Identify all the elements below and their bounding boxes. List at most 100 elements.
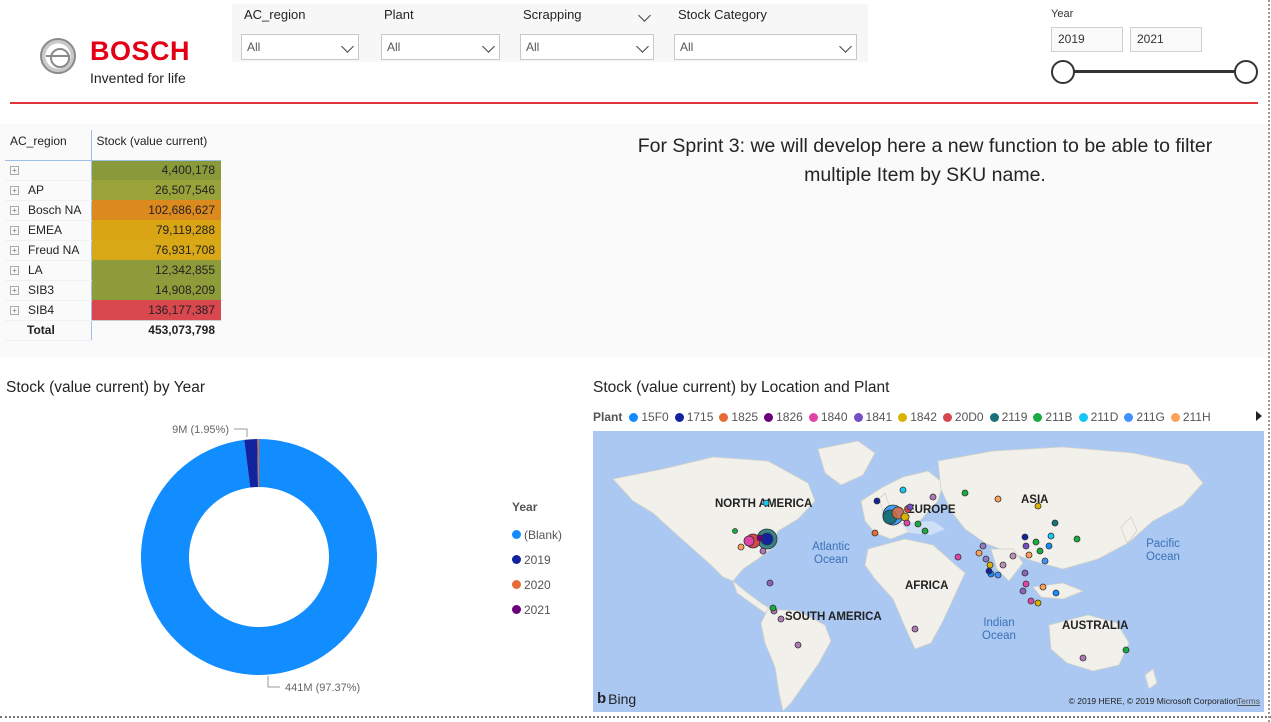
bubble-1826 <box>756 534 764 542</box>
bubble-1826 <box>759 547 767 555</box>
scrapping-dropdown[interactable]: All <box>520 34 654 60</box>
donut-chart[interactable]: 441M (97.37%) 9M (1.95%) <box>0 377 500 715</box>
map-panel: Stock (value current) by Location and Pl… <box>585 377 1271 715</box>
donut-legend-item[interactable]: 2020 <box>512 572 562 597</box>
year-to-input[interactable]: 2021 <box>1130 27 1202 52</box>
bubble-1841 <box>1022 542 1030 550</box>
bubble-1826 <box>979 542 987 550</box>
slicer-scrapping: Scrapping All <box>511 4 656 64</box>
expand-icon[interactable]: + <box>10 266 19 276</box>
bubble-211b <box>961 489 969 497</box>
plant-legend-item[interactable]: 1825 <box>719 410 758 424</box>
expand-icon[interactable]: + <box>10 186 19 196</box>
plant-legend-item[interactable]: 1826 <box>764 410 803 424</box>
matrix-total-value: 453,073,798 <box>91 319 221 340</box>
matrix-row[interactable]: + Bosch NA 102,686,627 <box>5 200 221 221</box>
expand-icon[interactable]: + <box>10 226 19 236</box>
bubble-1826 <box>1021 569 1029 577</box>
matrix-region-cell[interactable]: + Freud NA <box>5 240 92 261</box>
bubble-211g <box>994 571 1002 579</box>
matrix-row[interactable]: + Freud NA 76,931,708 <box>5 240 221 261</box>
plant-legend-item[interactable]: 20D0 <box>942 410 984 424</box>
bubble-1826 <box>929 493 937 501</box>
matrix-row[interactable]: + SIB3 14,908,209 <box>5 280 221 301</box>
legend-dot-icon <box>1078 412 1088 422</box>
bubble-1826 <box>766 579 774 587</box>
expand-icon[interactable]: + <box>10 286 19 296</box>
matrix-header-region[interactable]: AC_region <box>5 130 92 161</box>
matrix-row[interactable]: + LA 12,342,855 <box>5 260 221 281</box>
plant-legend-label: 1842 <box>910 410 937 424</box>
plant-legend-label: 1840 <box>820 410 848 424</box>
matrix-header-stock[interactable]: Stock (value current) <box>91 130 221 161</box>
matrix-row[interactable]: + SIB4 136,177,387 <box>5 300 221 321</box>
expand-icon[interactable]: + <box>10 206 19 216</box>
plant-legend-item[interactable]: 2119 <box>989 410 1028 424</box>
year-from-input[interactable]: 2019 <box>1051 27 1123 52</box>
plant-legend-item[interactable]: 211D <box>1078 410 1118 424</box>
brand-tagline: Invented for life <box>90 70 186 86</box>
matrix-row[interactable]: + EMEA 79,119,288 <box>5 220 221 241</box>
matrix-region-cell[interactable]: + EMEA <box>5 220 92 241</box>
plant-legend-item[interactable]: 1842 <box>898 410 937 424</box>
slicer-title-plant: Plant <box>384 7 414 22</box>
legend-next-arrow-icon[interactable] <box>1256 411 1262 421</box>
ac-region-dropdown[interactable]: All <box>241 34 359 60</box>
expand-icon[interactable]: + <box>10 166 19 176</box>
plant-legend-item[interactable]: 1841 <box>853 410 892 424</box>
plant-bubbles[interactable] <box>593 431 1264 712</box>
year-slider-track[interactable] <box>1063 70 1247 73</box>
matrix-region-cell[interactable]: + SIB3 <box>5 280 92 301</box>
legend-dot-icon <box>853 412 863 422</box>
plant-legend-item[interactable]: 211H <box>1170 410 1211 424</box>
matrix-region-cell[interactable]: + LA <box>5 260 92 281</box>
expand-icon[interactable]: + <box>10 306 19 316</box>
matrix-region-label: SIB3 <box>28 283 55 297</box>
plant-legend-item[interactable]: 1840 <box>808 410 848 424</box>
donut-legend-title: Year <box>512 500 538 514</box>
matrix-region-label: EMEA <box>28 223 63 237</box>
matrix-value-cell: 102,686,627 <box>91 200 221 220</box>
bubble-211b <box>1032 538 1040 546</box>
bubble-1842 <box>1034 502 1042 510</box>
plant-legend-item[interactable]: 15F0 <box>629 410 669 424</box>
matrix-region-label: LA <box>28 263 43 277</box>
stock-category-value: All <box>680 40 694 54</box>
map-terms-link[interactable]: Terms <box>1237 696 1260 706</box>
donut-legend-item[interactable]: 2019 <box>512 547 562 572</box>
matrix-region-cell[interactable]: + AP <box>5 180 92 201</box>
plant-legend-label: 1825 <box>731 410 759 424</box>
matrix-region-cell[interactable]: + Bosch NA <box>5 200 92 221</box>
bubble-211b <box>769 604 777 612</box>
matrix-row[interactable]: + AP 26,507,546 <box>5 180 221 201</box>
legend-dot-icon <box>512 580 521 589</box>
matrix-value-cell: 14,908,209 <box>91 280 221 300</box>
donut-legend-item[interactable]: (Blank) <box>512 522 562 547</box>
plant-dropdown[interactable]: All <box>381 34 500 60</box>
expand-icon[interactable]: + <box>10 246 19 256</box>
bubble-211h <box>994 495 1002 503</box>
chevron-down-icon <box>636 40 649 53</box>
year-slider-handle-end[interactable] <box>1234 60 1258 84</box>
matrix-region-cell[interactable]: + <box>5 160 92 181</box>
donut-legend-item[interactable]: 2021 <box>512 597 562 622</box>
plant-legend-label: 2119 <box>1001 410 1028 424</box>
plant-legend-item[interactable]: 211G <box>1124 410 1165 424</box>
stock-category-dropdown[interactable]: All <box>674 34 857 60</box>
bubble-1715 <box>873 497 881 505</box>
report-canvas: BOSCH Invented for life AC_region All Pl… <box>0 0 1271 722</box>
bubble-211h <box>975 549 983 557</box>
matrix-row[interactable]: +4,400,178 <box>5 160 221 181</box>
bubble-1840 <box>743 535 755 547</box>
chevron-down-icon <box>341 40 354 53</box>
matrix-region-cell[interactable]: + SIB4 <box>5 300 92 321</box>
donut-legend-label: 2020 <box>524 577 551 592</box>
bubble-211h <box>1025 551 1033 559</box>
bubble-15f0 <box>1045 542 1053 550</box>
plant-legend-item[interactable]: 1715 <box>674 410 713 424</box>
plant-legend-item[interactable]: 211B <box>1033 410 1073 424</box>
world-map[interactable]: NORTH AMERICA EUROPE ASIA AFRICA SOUTH A… <box>593 431 1264 712</box>
bubble-1841 <box>906 503 914 511</box>
year-slider-handle-start[interactable] <box>1051 60 1075 84</box>
bing-attribution: b Bing <box>597 690 636 707</box>
